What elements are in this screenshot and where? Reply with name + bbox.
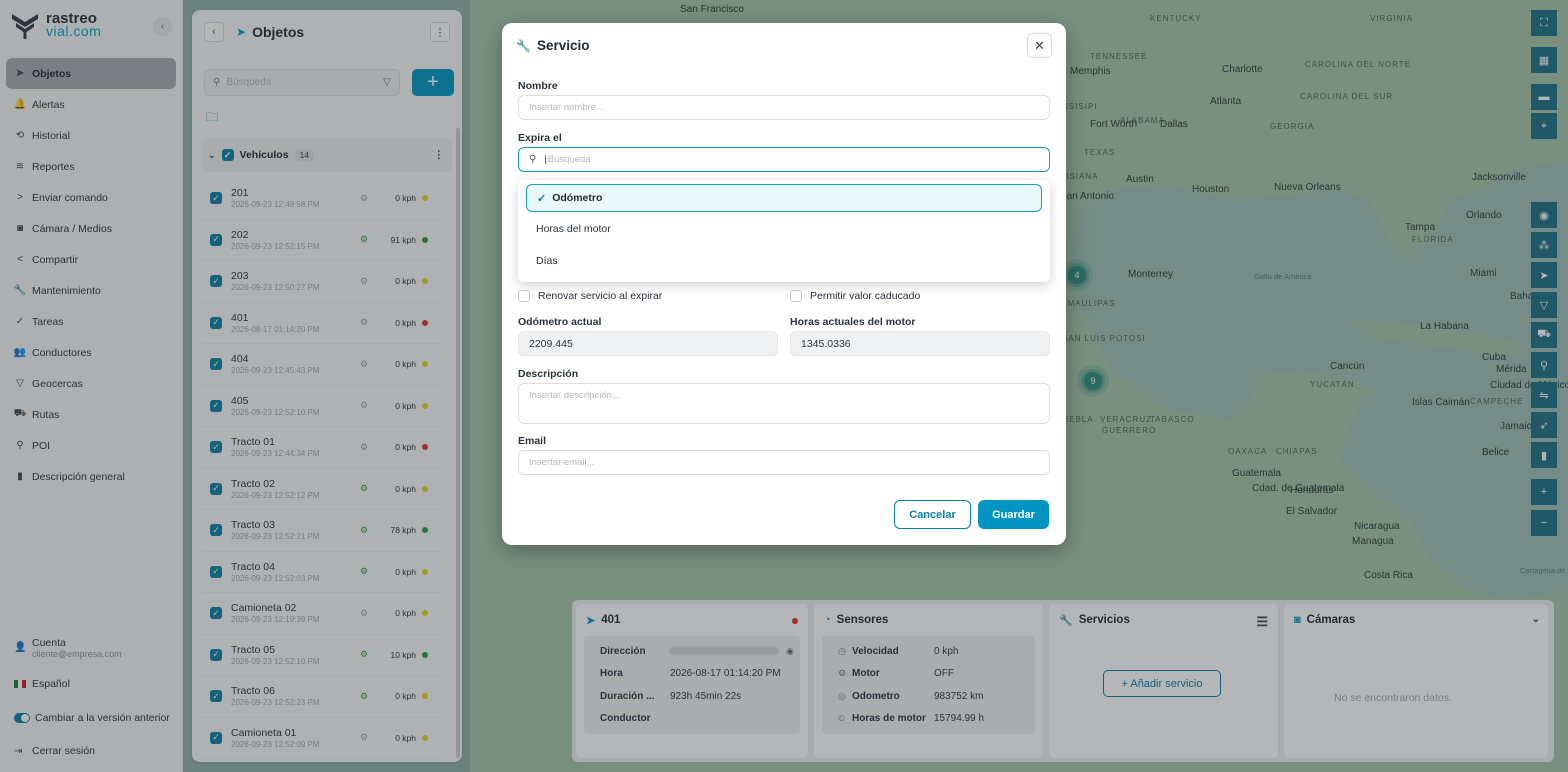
expires-dropdown: ✓ Odómetro Horas del motor Días [518, 180, 1050, 282]
email-input[interactable]: Insertar email... [518, 450, 1050, 475]
expires-label: Expira el [518, 132, 562, 144]
name-label: Nombre [518, 80, 558, 92]
description-placeholder: Insertar descripción... [529, 390, 620, 401]
renew-service-checkbox[interactable]: Renovar servicio al expirar [518, 290, 662, 302]
cancel-button[interactable]: Cancelar [894, 500, 971, 529]
allow-expired-checkbox[interactable]: Permitir valor caducado [790, 290, 920, 302]
name-input[interactable]: Insertar nombre... [518, 95, 1050, 120]
option-label: Días [536, 255, 558, 267]
engine-hours-input[interactable]: 1345.0336 [790, 331, 1050, 356]
description-label: Descripción [518, 368, 579, 380]
option-odometer[interactable]: ✓ Odómetro [526, 184, 1042, 212]
option-days[interactable]: Días [536, 255, 558, 267]
description-textarea[interactable]: Insertar descripción... [518, 383, 1050, 424]
odometer-label: Odómetro actual [518, 316, 602, 328]
engine-hours-value: 1345.0336 [801, 337, 851, 350]
email-placeholder: Insertar email... [529, 457, 595, 468]
allow-expired-label: Permitir valor caducado [810, 290, 921, 302]
odometer-input[interactable]: 2209.445 [518, 331, 778, 356]
save-button[interactable]: Guardar [978, 500, 1049, 529]
search-icon: ⚲ [529, 154, 537, 165]
option-engine-hours[interactable]: Horas del motor [536, 223, 611, 235]
option-label: Odómetro [552, 192, 603, 204]
option-label: Horas del motor [536, 223, 611, 235]
close-button[interactable]: ✕ [1027, 33, 1052, 58]
renew-label: Renovar servicio al expirar [538, 290, 663, 302]
name-placeholder: Insertar nombre... [529, 102, 604, 113]
odometer-value: 2209.445 [529, 337, 573, 350]
close-icon: ✕ [1034, 37, 1045, 53]
service-modal: 🔧 Servicio ✕ Nombre Insertar nombre... E… [502, 23, 1066, 545]
wrench-icon: 🔧 [516, 38, 531, 53]
check-icon: ✓ [537, 192, 547, 205]
email-label: Email [518, 435, 547, 447]
expires-search-input[interactable]: ⚲ | Búsqueda [518, 147, 1050, 172]
modal-title: Servicio [536, 38, 590, 53]
engine-hours-label: Horas actuales del motor [790, 316, 916, 328]
search-placeholder: Búsqueda [547, 154, 591, 165]
